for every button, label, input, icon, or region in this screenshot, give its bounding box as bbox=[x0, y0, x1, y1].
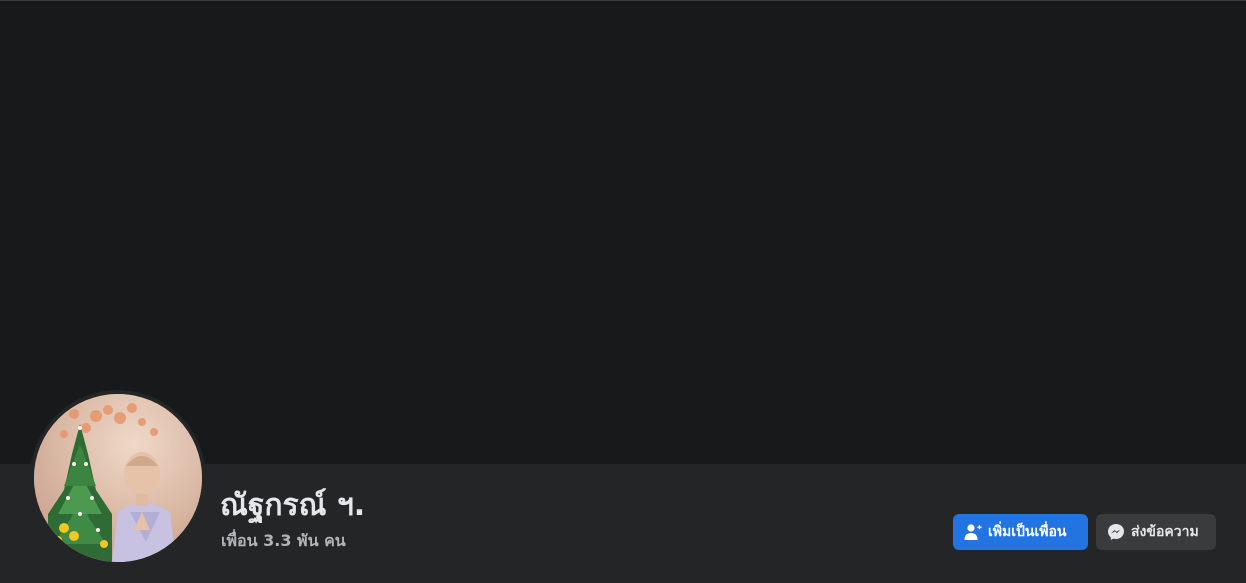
cover-photo[interactable] bbox=[0, 0, 1246, 464]
avatar[interactable] bbox=[34, 394, 202, 562]
message-label: ส่งข้อความ bbox=[1131, 524, 1199, 540]
add-friend-button[interactable]: เพิ่มเป็นเพื่อน bbox=[953, 514, 1088, 550]
messenger-icon bbox=[1106, 522, 1126, 542]
avatar-photo bbox=[34, 394, 202, 562]
friends-count[interactable]: เพื่อน 3.3 พัน คน bbox=[221, 530, 346, 552]
person-plus-icon bbox=[963, 522, 983, 542]
message-button[interactable]: ส่งข้อความ bbox=[1096, 514, 1216, 550]
add-friend-label: เพิ่มเป็นเพื่อน bbox=[988, 524, 1067, 540]
profile-page: ณัฐกรณ์ ฯ. เพื่อน 3.3 พัน คน เพิ่มเป็นเพ… bbox=[0, 0, 1246, 583]
profile-name: ณัฐกรณ์ ฯ. bbox=[220, 488, 366, 523]
